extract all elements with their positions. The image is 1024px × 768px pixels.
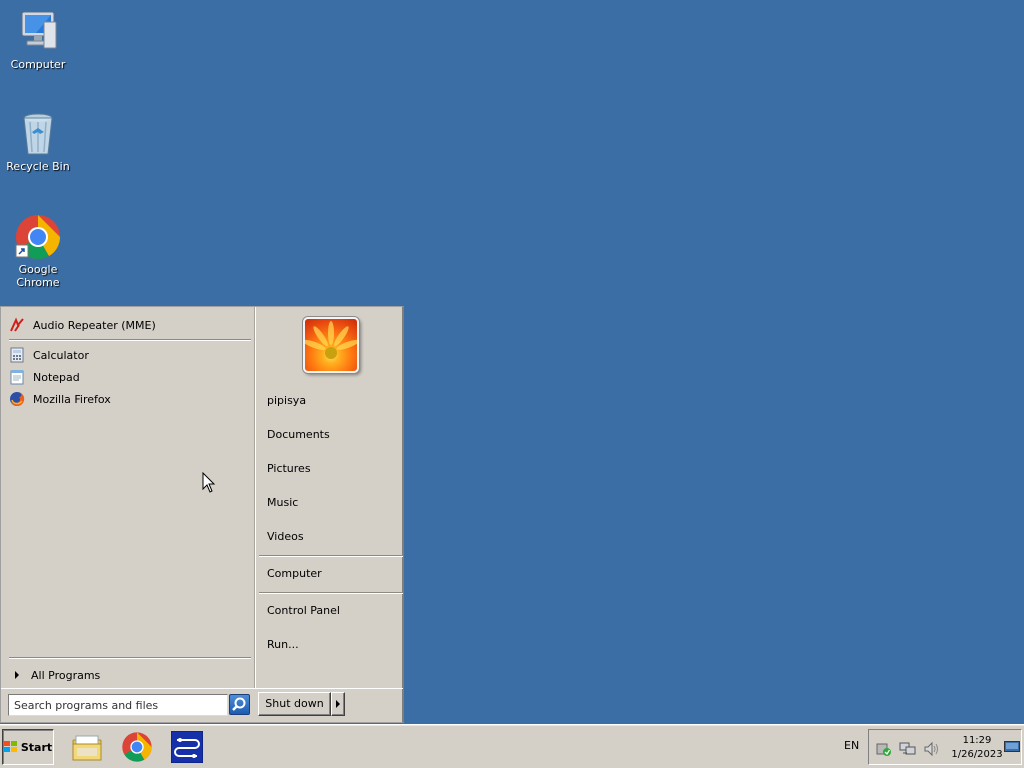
shutdown-button[interactable]: Shut down (258, 692, 331, 716)
system-tray: 11:29 1/26/2023 (868, 729, 1022, 765)
all-programs-separator (9, 657, 251, 659)
language-indicator[interactable]: EN (844, 739, 859, 752)
places-run[interactable]: Run... (267, 636, 397, 654)
start-item-audio-repeater[interactable]: Audio Repeater (MME) (9, 315, 249, 335)
recycle-bin-icon (14, 110, 62, 158)
places-control-panel[interactable]: Control Panel (267, 602, 397, 620)
user-picture[interactable] (303, 317, 359, 373)
start-label: Start (20, 740, 53, 754)
clock-time: 11:29 (962, 735, 992, 746)
desktop-icon-label: Google Chrome (16, 263, 60, 289)
shutdown-options-button[interactable] (331, 692, 345, 716)
audio-repeater-icon (171, 731, 203, 763)
places-videos[interactable]: Videos (267, 528, 397, 546)
desktop-icon-label: Recycle Bin (6, 160, 70, 173)
start-item-calculator[interactable]: Calculator (9, 345, 249, 365)
taskbar-windows-explorer[interactable] (70, 731, 104, 763)
audio-repeater-icon (9, 317, 25, 333)
desktop-icon-recycle-bin[interactable]: Recycle Bin (0, 110, 76, 173)
start-menu: Audio Repeater (MME) Calculator Notepad … (0, 306, 404, 723)
start-item-label: Notepad (33, 370, 80, 384)
windows-explorer-icon (72, 735, 102, 761)
start-menu-footer: Shut down (1, 688, 403, 722)
show-desktop-button[interactable] (1004, 741, 1020, 753)
start-item-label: Mozilla Firefox (33, 392, 111, 406)
network-icon[interactable] (899, 741, 916, 755)
pinned-separator (9, 339, 251, 341)
computer-icon (14, 8, 62, 56)
all-programs-label: All Programs (31, 668, 101, 682)
chrome-icon (14, 213, 62, 261)
desktop-icon-label: Computer (10, 58, 66, 71)
start-button[interactable]: Start (2, 729, 54, 765)
clock-date: 1/26/2023 (951, 749, 1003, 760)
search-icon (232, 697, 246, 711)
taskbar: Start EN 11:29 1/26/2023 (0, 724, 1024, 768)
taskbar-audio-repeater[interactable] (170, 731, 204, 763)
show-desktop-icon (1004, 741, 1020, 752)
clock[interactable]: 11:29 1/26/2023 (947, 734, 1007, 762)
places-music[interactable]: Music (267, 494, 397, 512)
notepad-icon (9, 369, 25, 385)
security-status-icon[interactable] (875, 741, 891, 756)
places-documents[interactable]: Documents (267, 426, 397, 444)
firefox-icon (9, 391, 25, 407)
places-separator (259, 555, 403, 557)
start-item-notepad[interactable]: Notepad (9, 367, 249, 387)
chrome-icon (122, 732, 152, 762)
search-button[interactable] (229, 694, 250, 715)
start-menu-programs-pane: Audio Repeater (MME) Calculator Notepad … (3, 309, 253, 687)
desktop-icon-google-chrome[interactable]: Google Chrome (0, 213, 76, 289)
search-input[interactable] (8, 694, 228, 716)
start-item-label: Audio Repeater (MME) (33, 318, 156, 332)
taskbar-chrome[interactable] (120, 731, 154, 763)
arrow-right-icon (15, 671, 19, 679)
mouse-cursor-icon (202, 471, 216, 494)
places-pictures[interactable]: Pictures (267, 460, 397, 478)
start-menu-places-pane: pipisya Documents Pictures Music Videos … (257, 309, 403, 687)
places-separator (259, 592, 403, 594)
desktop-icon-computer[interactable]: Computer (0, 8, 76, 71)
start-menu-divider (254, 307, 256, 688)
places-user-folder[interactable]: pipisya (267, 392, 397, 410)
start-item-label: Calculator (33, 348, 89, 362)
calculator-icon (9, 347, 25, 363)
places-computer[interactable]: Computer (267, 565, 397, 583)
volume-icon[interactable] (923, 741, 939, 757)
start-item-firefox[interactable]: Mozilla Firefox (9, 389, 249, 409)
all-programs-button[interactable]: All Programs (9, 667, 100, 683)
windows-logo-icon (3, 741, 18, 753)
